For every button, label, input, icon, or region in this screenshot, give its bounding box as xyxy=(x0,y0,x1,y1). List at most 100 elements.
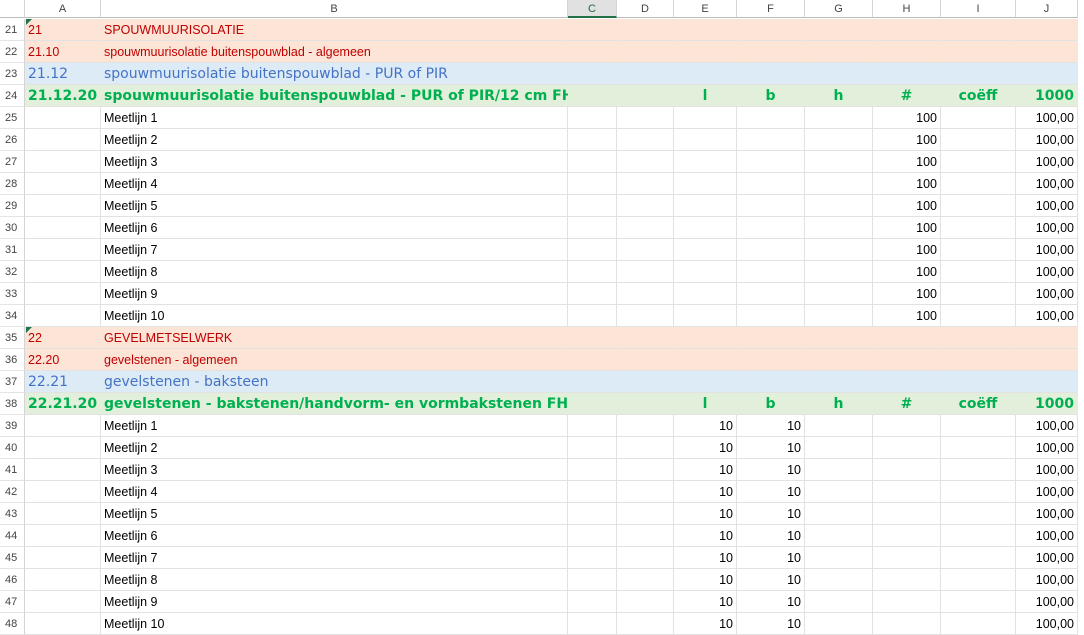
column-header-f[interactable]: F xyxy=(737,0,805,18)
cell-g45[interactable] xyxy=(805,547,873,569)
cell-d40[interactable] xyxy=(617,437,674,459)
cell-h26[interactable]: 100 xyxy=(873,129,941,151)
cell-h28[interactable]: 100 xyxy=(873,173,941,195)
cell-j41[interactable]: 100,00 xyxy=(1016,459,1078,481)
cell-f38[interactable]: b xyxy=(737,393,805,415)
cell-h27[interactable]: 100 xyxy=(873,151,941,173)
cell-j24[interactable]: 1000 xyxy=(1016,85,1078,107)
cell-f44[interactable]: 10 xyxy=(737,525,805,547)
cell-a47[interactable] xyxy=(25,591,101,613)
cell-a40[interactable] xyxy=(25,437,101,459)
column-header-e[interactable]: E xyxy=(674,0,737,18)
cell-d42[interactable] xyxy=(617,481,674,503)
cell-j48[interactable]: 100,00 xyxy=(1016,613,1078,635)
cell-e31[interactable] xyxy=(674,239,737,261)
cell-d30[interactable] xyxy=(617,217,674,239)
cell-g44[interactable] xyxy=(805,525,873,547)
cell-a39[interactable] xyxy=(25,415,101,437)
cell-g43[interactable] xyxy=(805,503,873,525)
cell-j38[interactable]: 1000 xyxy=(1016,393,1078,415)
row-number[interactable]: 32 xyxy=(0,261,25,283)
column-header-j[interactable]: J xyxy=(1016,0,1078,18)
cell-b21[interactable]: SPOUWMUURISOLATIE xyxy=(101,19,568,41)
cell-e26[interactable] xyxy=(674,129,737,151)
cell-c47[interactable] xyxy=(568,591,617,613)
cell-h22[interactable] xyxy=(873,41,941,63)
cell-f45[interactable]: 10 xyxy=(737,547,805,569)
cell-a43[interactable] xyxy=(25,503,101,525)
cell-d23[interactable] xyxy=(617,63,674,85)
cell-i32[interactable] xyxy=(941,261,1016,283)
cell-b22[interactable]: spouwmuurisolatie buitenspouwblad - alge… xyxy=(101,41,568,63)
row-number[interactable]: 45 xyxy=(0,547,25,569)
cell-a38[interactable]: 22.21.20 xyxy=(25,393,101,415)
cell-j23[interactable] xyxy=(1016,63,1078,85)
cell-g23[interactable] xyxy=(805,63,873,85)
row-number[interactable]: 44 xyxy=(0,525,25,547)
column-header-d[interactable]: D xyxy=(617,0,674,18)
cell-e44[interactable]: 10 xyxy=(674,525,737,547)
row-number[interactable]: 46 xyxy=(0,569,25,591)
cell-d45[interactable] xyxy=(617,547,674,569)
cell-d27[interactable] xyxy=(617,151,674,173)
row-number[interactable]: 42 xyxy=(0,481,25,503)
cell-f40[interactable]: 10 xyxy=(737,437,805,459)
cell-i30[interactable] xyxy=(941,217,1016,239)
cell-j29[interactable]: 100,00 xyxy=(1016,195,1078,217)
cell-b42[interactable]: Meetlijn 4 xyxy=(101,481,568,503)
cell-j34[interactable]: 100,00 xyxy=(1016,305,1078,327)
cell-a22[interactable]: 21.10 xyxy=(25,41,101,63)
cell-g38[interactable]: h xyxy=(805,393,873,415)
cell-g47[interactable] xyxy=(805,591,873,613)
cell-d22[interactable] xyxy=(617,41,674,63)
cell-g28[interactable] xyxy=(805,173,873,195)
cell-d24[interactable] xyxy=(617,85,674,107)
row-number[interactable]: 31 xyxy=(0,239,25,261)
cell-g35[interactable] xyxy=(805,327,873,349)
cell-b25[interactable]: Meetlijn 1 xyxy=(101,107,568,129)
cell-b37[interactable]: gevelstenen - baksteen xyxy=(101,371,568,393)
row-number[interactable]: 40 xyxy=(0,437,25,459)
cell-a46[interactable] xyxy=(25,569,101,591)
cell-e24[interactable]: l xyxy=(674,85,737,107)
cell-e32[interactable] xyxy=(674,261,737,283)
cell-e33[interactable] xyxy=(674,283,737,305)
cell-a35[interactable]: 22 xyxy=(25,327,101,349)
cell-j25[interactable]: 100,00 xyxy=(1016,107,1078,129)
cell-f43[interactable]: 10 xyxy=(737,503,805,525)
cell-e29[interactable] xyxy=(674,195,737,217)
cell-g37[interactable] xyxy=(805,371,873,393)
cell-j42[interactable]: 100,00 xyxy=(1016,481,1078,503)
row-number[interactable]: 35 xyxy=(0,327,25,349)
cell-j28[interactable]: 100,00 xyxy=(1016,173,1078,195)
cell-j43[interactable]: 100,00 xyxy=(1016,503,1078,525)
column-header-i[interactable]: I xyxy=(941,0,1016,18)
cell-c44[interactable] xyxy=(568,525,617,547)
cell-g26[interactable] xyxy=(805,129,873,151)
column-header-b[interactable]: B xyxy=(101,0,568,18)
cell-h47[interactable] xyxy=(873,591,941,613)
cell-h48[interactable] xyxy=(873,613,941,635)
cell-i27[interactable] xyxy=(941,151,1016,173)
cell-c30[interactable] xyxy=(568,217,617,239)
cell-j47[interactable]: 100,00 xyxy=(1016,591,1078,613)
cell-g40[interactable] xyxy=(805,437,873,459)
cell-e30[interactable] xyxy=(674,217,737,239)
cell-c37[interactable] xyxy=(568,371,617,393)
row-number[interactable]: 36 xyxy=(0,349,25,371)
cell-b41[interactable]: Meetlijn 3 xyxy=(101,459,568,481)
row-number[interactable]: 21 xyxy=(0,19,25,41)
cell-c45[interactable] xyxy=(568,547,617,569)
cell-h25[interactable]: 100 xyxy=(873,107,941,129)
cell-h29[interactable]: 100 xyxy=(873,195,941,217)
cell-c41[interactable] xyxy=(568,459,617,481)
cell-e48[interactable]: 10 xyxy=(674,613,737,635)
cell-d33[interactable] xyxy=(617,283,674,305)
cell-e22[interactable] xyxy=(674,41,737,63)
cell-d41[interactable] xyxy=(617,459,674,481)
cell-c21[interactable] xyxy=(568,19,617,41)
cell-e40[interactable]: 10 xyxy=(674,437,737,459)
cell-b35[interactable]: GEVELMETSELWERK xyxy=(101,327,568,349)
cell-c23[interactable] xyxy=(568,63,617,85)
cell-h45[interactable] xyxy=(873,547,941,569)
